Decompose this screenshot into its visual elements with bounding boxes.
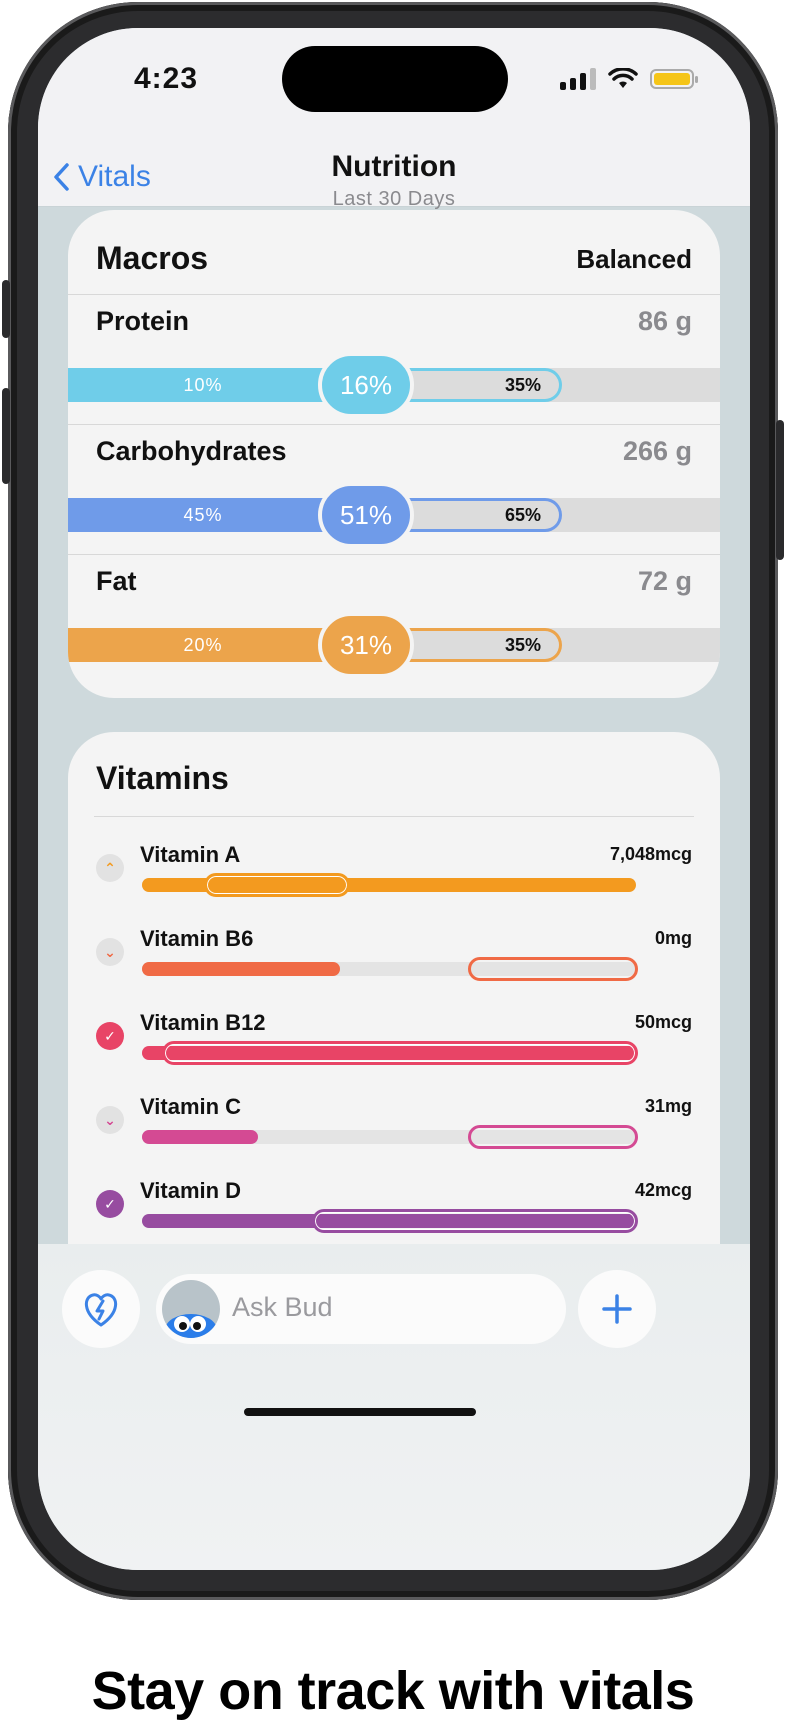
macro-low-label: 20% [183, 635, 223, 655]
macro-amount-carbohydrates: 266 g [622, 436, 692, 466]
check-icon: ✓ [96, 1022, 124, 1050]
status-icons [560, 68, 698, 90]
marketing-caption: Stay on track with vitals [91, 1661, 695, 1721]
check-icon: ✓ [96, 1190, 124, 1218]
vitals-button[interactable] [62, 1270, 140, 1348]
vitamin-value: 42mcg [634, 1180, 692, 1200]
vitamin-bar [142, 873, 636, 897]
macro-name-fat: Fat [96, 566, 137, 596]
plus-icon [602, 1294, 632, 1324]
macro-bar-protein: 10% 35% 16% [68, 352, 720, 418]
page-subtitle: Last 30 Days [332, 188, 456, 210]
bud-mascot-icon [165, 1314, 217, 1338]
navigation-bar: 4:23 Vitals Nutrition Last 30 Days [38, 28, 750, 210]
divider [68, 294, 720, 295]
vitamin-row-b12[interactable]: ✓ Vitamin B12 50mcg [68, 1010, 720, 1080]
screen: 4:23 Vitals Nutrition Last 30 Days Macro… [38, 28, 750, 1570]
vitamin-bar [142, 957, 638, 981]
ask-placeholder: Ask Bud [232, 1292, 333, 1322]
wifi-icon [608, 68, 638, 88]
chevron-down-icon: ⌄ [96, 1106, 124, 1134]
power-button [776, 420, 784, 560]
vitamin-target-range [468, 957, 638, 981]
vitamin-fill [142, 1130, 258, 1144]
avatar [162, 1280, 220, 1338]
macro-high-label: 35% [408, 368, 562, 402]
vitamin-target-range [204, 873, 350, 897]
vitamin-target-range [162, 1041, 638, 1065]
macro-amount-fat: 72 g [637, 566, 692, 596]
signal-icon [560, 68, 596, 90]
macro-value-pill: 16% [318, 352, 414, 418]
vitamin-value: 31mg [644, 1096, 692, 1116]
vitamin-fill [142, 962, 340, 976]
macro-bar-carbohydrates: 45% 65% 51% [68, 482, 720, 548]
mute-switch [2, 280, 10, 338]
macro-bar-fat: 20% 35% 31% [68, 612, 720, 678]
macro-name-carbohydrates: Carbohydrates [96, 436, 287, 466]
chevron-down-icon: ⌄ [96, 938, 124, 966]
divider [68, 554, 720, 555]
vitamin-name: Vitamin B6 [140, 926, 254, 951]
chevron-up-icon: ⌃ [96, 854, 124, 882]
heart-bolt-icon [85, 1293, 117, 1327]
macro-high-label: 35% [408, 628, 562, 662]
macros-title: Macros [96, 240, 209, 276]
battery-icon [650, 69, 698, 89]
vitamin-bar [142, 1125, 638, 1149]
vitamin-row-c[interactable]: ⌄ Vitamin C 31mg [68, 1094, 720, 1164]
macro-value-pill: 31% [318, 612, 414, 678]
volume-button [2, 388, 10, 484]
macros-status: Balanced [576, 244, 692, 274]
vitamin-target-range [312, 1209, 638, 1233]
vitamin-value: 0mg [654, 928, 692, 948]
vitamin-name: Vitamin A [140, 842, 241, 867]
macro-amount-protein: 86 g [637, 306, 692, 336]
vitamin-bar [142, 1041, 638, 1065]
status-time: 4:23 [134, 62, 199, 95]
macro-low-label: 45% [183, 505, 223, 525]
vitamins-title: Vitamins [96, 760, 229, 796]
vitamin-bar [142, 1209, 638, 1233]
vitamin-name: Vitamin D [140, 1178, 242, 1203]
add-button[interactable] [578, 1270, 656, 1348]
macro-high-label: 65% [408, 498, 562, 532]
vitamin-name: Vitamin B12 [140, 1010, 266, 1035]
dynamic-island [282, 46, 508, 112]
vitamin-row-b6[interactable]: ⌄ Vitamin B6 0mg [68, 926, 720, 996]
macro-value-pill: 51% [318, 482, 414, 548]
vitamin-target-range [468, 1125, 638, 1149]
page-title: Nutrition [331, 150, 457, 183]
macro-name-protein: Protein [96, 306, 190, 336]
macros-card[interactable]: Macros Balanced Protein 86 g 10% 35% 16%… [68, 210, 720, 698]
ask-input[interactable]: Ask Bud [156, 1274, 566, 1344]
vitamin-name: Vitamin C [140, 1094, 242, 1119]
macro-low-label: 10% [183, 375, 223, 395]
vitamin-row-a[interactable]: ⌃ Vitamin A 7,048mcg [68, 842, 720, 912]
vitamin-value: 50mcg [634, 1012, 692, 1032]
divider [94, 816, 694, 817]
vitamins-card[interactable]: Vitamins ⌃ Vitamin A 7,048mcg ⌄ Vitamin … [68, 732, 720, 1292]
home-indicator[interactable] [244, 1408, 476, 1416]
vitamin-row-d[interactable]: ✓ Vitamin D 42mcg [68, 1178, 720, 1248]
divider [68, 424, 720, 425]
vitamin-value: 7,048mcg [609, 844, 692, 864]
